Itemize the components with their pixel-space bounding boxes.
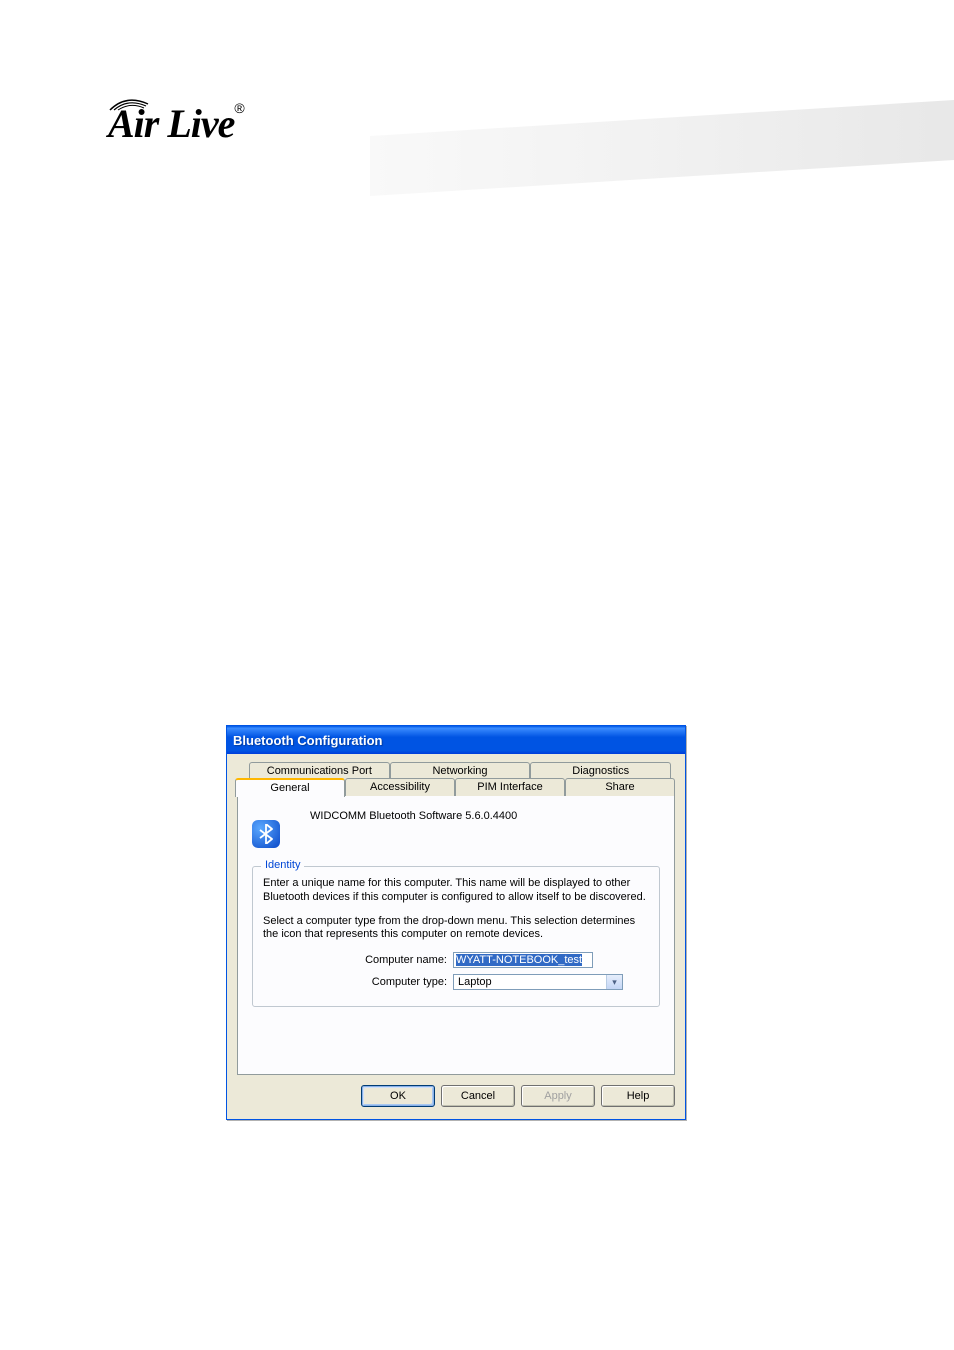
tabstrip: Communications Port Networking Diagnosti… [237,762,675,796]
fieldset-legend: Identity [261,859,304,871]
identity-fieldset: Identity Enter a unique name for this co… [252,866,660,1007]
tab-panel-general: WIDCOMM Bluetooth Software 5.6.0.4400 Id… [237,795,675,1075]
titlebar[interactable]: Bluetooth Configuration [227,726,685,754]
brand-logo: Air Live® [108,100,298,155]
window-title: Bluetooth Configuration [233,733,382,748]
identity-help-2: Select a computer type from the drop-dow… [263,915,649,943]
apply-button[interactable]: Apply [521,1085,595,1107]
chevron-down-icon[interactable]: ▾ [606,975,622,989]
tab-accessibility[interactable]: Accessibility [345,778,455,796]
cancel-button[interactable]: Cancel [441,1085,515,1107]
identity-help-1: Enter a unique name for this computer. T… [263,877,649,905]
dialog-buttons: OK Cancel Apply Help [237,1085,675,1107]
dialog-body: Communications Port Networking Diagnosti… [227,754,685,1119]
tab-networking[interactable]: Networking [390,762,531,779]
tab-pim-interface[interactable]: PIM Interface [455,778,565,796]
bluetooth-glyph-icon [259,824,273,844]
header-decor [370,100,954,220]
computer-name-label: Computer name: [263,954,453,966]
computer-type-select[interactable]: Laptop ▾ [453,974,623,990]
bluetooth-icon [252,820,280,848]
ok-button[interactable]: OK [361,1085,435,1107]
tab-general[interactable]: General [235,778,345,797]
computer-name-input[interactable]: WYATT-NOTEBOOK_test [453,952,593,968]
computer-name-value: WYATT-NOTEBOOK_test [456,954,582,966]
logo-arc-icon [108,92,168,112]
bluetooth-config-dialog: Bluetooth Configuration Communications P… [226,725,686,1120]
software-version: WIDCOMM Bluetooth Software 5.6.0.4400 [290,810,517,822]
help-button[interactable]: Help [601,1085,675,1107]
computer-type-value: Laptop [454,975,606,989]
trademark-icon: ® [234,100,244,116]
tab-communications-port[interactable]: Communications Port [249,762,390,779]
tab-share[interactable]: Share [565,778,675,796]
tab-diagnostics[interactable]: Diagnostics [530,762,671,779]
computer-type-label: Computer type: [263,976,453,988]
